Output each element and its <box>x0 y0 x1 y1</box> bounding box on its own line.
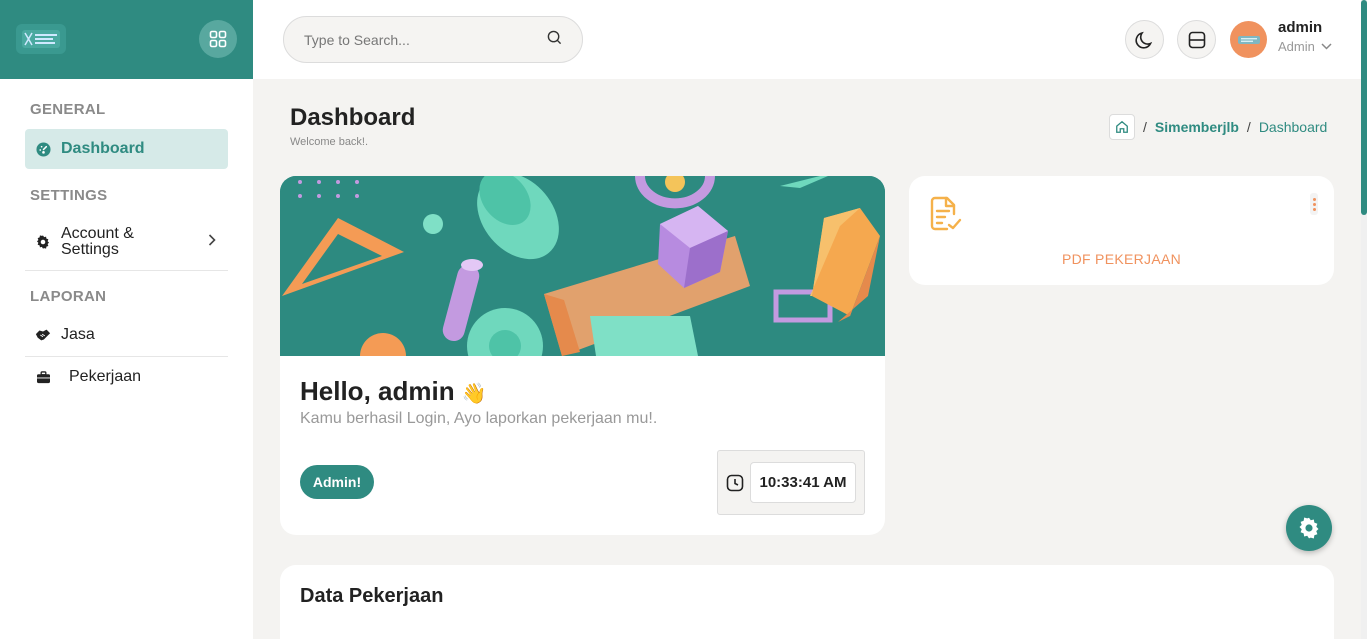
page-title: Dashboard <box>290 104 416 131</box>
handshake-icon <box>35 327 51 343</box>
data-card-title: Data Pekerjaan <box>300 585 444 607</box>
pdf-pekerjaan-card[interactable]: PDF PEKERJAAN <box>909 176 1334 285</box>
divider <box>25 356 228 357</box>
welcome-banner-image <box>280 176 885 356</box>
user-role: Admin <box>1278 39 1315 54</box>
document-check-icon <box>929 196 963 237</box>
admin-button[interactable]: Admin! <box>300 465 374 499</box>
user-name[interactable]: admin <box>1278 19 1322 36</box>
sidebar-item-label: Jasa <box>61 326 95 343</box>
sidebar-item-label: Dashboard <box>61 140 145 157</box>
search-box <box>283 16 583 63</box>
section-settings: SETTINGS <box>30 187 108 204</box>
search-input[interactable] <box>304 31 547 48</box>
welcome-card: Hello, admin 👋 Kamu berhasil Login, Ayo … <box>280 176 885 535</box>
chevron-right-icon <box>208 233 216 251</box>
layout-toggle-button[interactable] <box>1177 20 1216 59</box>
user-role-dropdown[interactable]: Admin <box>1278 39 1332 54</box>
search-icon[interactable] <box>547 30 562 50</box>
gear-icon <box>35 234 51 250</box>
data-pekerjaan-card: Data Pekerjaan <box>280 565 1334 639</box>
pdf-card-label: PDF PEKERJAAN <box>1061 251 1182 267</box>
breadcrumb-link[interactable]: Simemberjlb <box>1155 119 1239 135</box>
dark-mode-button[interactable] <box>1125 20 1164 59</box>
breadcrumb-separator: / <box>1143 119 1147 135</box>
waving-hand-icon: 👋 <box>461 383 487 405</box>
greeting-message: Kamu berhasil Login, Ayo laporkan pekerj… <box>300 410 658 427</box>
clock-widget: 10:33:41 AM <box>717 450 865 515</box>
sidebar-item-pekerjaan[interactable]: Pekerjaan <box>25 366 228 388</box>
sidebar-item-jasa[interactable]: Jasa <box>25 324 228 346</box>
breadcrumb: / Simemberjlb / Dashboard <box>1109 114 1327 140</box>
breadcrumb-current: Dashboard <box>1258 119 1328 135</box>
sidebar-item-label-2: Settings <box>61 241 119 258</box>
menu-grid-button[interactable] <box>199 20 237 58</box>
clock-time: 10:33:41 AM <box>750 462 856 503</box>
more-options-button[interactable] <box>1310 193 1318 215</box>
sidebar-header <box>0 0 253 79</box>
grid-icon <box>209 30 227 48</box>
section-laporan: LAPORAN <box>30 288 107 305</box>
section-general: GENERAL <box>30 101 106 118</box>
breadcrumb-separator: / <box>1246 119 1251 135</box>
chevron-down-icon <box>1321 43 1332 50</box>
gear-icon <box>1299 517 1319 539</box>
sidebar-item-label: Account & <box>61 225 134 242</box>
moon-icon <box>1134 31 1152 49</box>
scrollbar-thumb[interactable] <box>1361 0 1367 215</box>
home-button[interactable] <box>1109 114 1135 140</box>
avatar[interactable] <box>1230 21 1267 58</box>
gauge-icon <box>35 141 51 157</box>
greeting-title: Hello, admin 👋 <box>300 376 487 407</box>
top-bar: admin Admin <box>253 0 1361 79</box>
sidebar: GENERAL Dashboard SETTINGS Account & Set… <box>0 0 253 639</box>
home-icon <box>1116 120 1128 133</box>
greeting-text: Hello, admin <box>300 376 455 406</box>
sidebar-item-account-settings[interactable]: Account & Settings <box>25 224 228 260</box>
sidebar-item-label: Pekerjaan <box>69 368 142 385</box>
app-logo[interactable] <box>16 24 66 54</box>
settings-fab-button[interactable] <box>1286 505 1332 551</box>
scrollbar[interactable] <box>1361 0 1367 639</box>
layout-icon <box>1188 31 1205 48</box>
page-subtitle: Welcome back!. <box>290 136 369 148</box>
divider <box>25 270 228 271</box>
sidebar-item-dashboard[interactable]: Dashboard <box>25 129 228 169</box>
clock-icon <box>726 474 744 497</box>
briefcase-icon <box>35 369 51 385</box>
